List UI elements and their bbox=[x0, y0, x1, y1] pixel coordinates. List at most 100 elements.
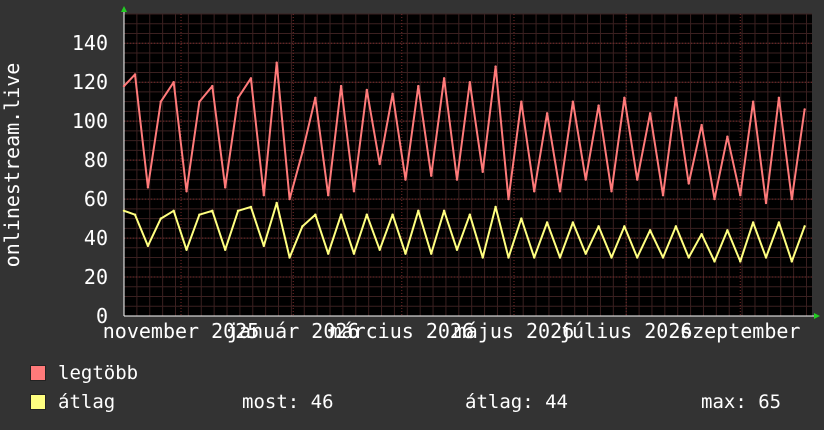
data-point bbox=[365, 88, 369, 92]
data-point bbox=[159, 100, 162, 103]
chart-grid bbox=[121, 6, 820, 319]
data-point bbox=[198, 213, 201, 216]
data-point bbox=[391, 213, 394, 216]
data-point bbox=[185, 190, 188, 193]
data-point bbox=[726, 229, 729, 232]
data-point bbox=[648, 229, 652, 232]
data-point bbox=[223, 248, 227, 251]
x-tick-label: március 2026 bbox=[330, 319, 475, 343]
data-point bbox=[301, 151, 304, 154]
data-point bbox=[494, 205, 497, 209]
data-point bbox=[751, 221, 755, 224]
stat-average: átlag: 44 bbox=[465, 391, 568, 413]
data-point bbox=[352, 190, 356, 193]
data-point bbox=[533, 256, 536, 259]
data-point bbox=[404, 252, 407, 255]
data-point bbox=[597, 225, 600, 228]
data-point bbox=[636, 256, 639, 259]
data-point bbox=[739, 194, 742, 197]
data-point bbox=[339, 84, 343, 88]
data-point bbox=[739, 260, 742, 263]
data-point bbox=[326, 252, 330, 255]
data-point bbox=[468, 213, 472, 216]
x-axis-arrow bbox=[814, 313, 820, 319]
stat-max: max: 65 bbox=[701, 391, 781, 413]
x-tick-label: szeptember bbox=[680, 319, 800, 343]
data-point bbox=[455, 178, 459, 181]
data-point bbox=[172, 80, 175, 84]
data-point bbox=[159, 217, 162, 220]
data-point bbox=[223, 186, 227, 189]
x-axis-ticks: november 2025január 2026március 2026máju… bbox=[103, 319, 801, 343]
y-tick-label: 60 bbox=[84, 187, 108, 211]
data-point bbox=[275, 201, 278, 205]
data-point bbox=[636, 178, 639, 181]
data-point bbox=[146, 186, 150, 189]
stat-now-label: most: bbox=[242, 391, 300, 413]
data-point bbox=[146, 244, 150, 248]
data-point bbox=[314, 96, 317, 99]
data-point bbox=[481, 256, 484, 259]
data-point bbox=[558, 190, 562, 193]
data-point bbox=[288, 197, 291, 201]
data-point bbox=[507, 256, 510, 259]
data-point bbox=[249, 77, 253, 80]
data-point bbox=[404, 178, 407, 181]
data-point bbox=[597, 104, 600, 107]
data-point bbox=[545, 221, 549, 224]
data-point bbox=[700, 232, 703, 236]
y-tick-label: 140 bbox=[72, 31, 108, 55]
data-point bbox=[262, 244, 266, 248]
x-tick-label: május 2026 bbox=[454, 319, 574, 343]
data-point bbox=[674, 225, 678, 228]
legend-swatch-avg bbox=[30, 394, 46, 410]
stat-max-value: 65 bbox=[758, 391, 782, 413]
data-point bbox=[236, 209, 240, 212]
data-point bbox=[648, 112, 652, 115]
chart-panel: 0 20 40 60 80 100 120 140 november 2025 január 2… bbox=[0, 0, 824, 430]
line-chart: 020406080100120140 november 2025január 2… bbox=[0, 6, 820, 343]
data-point bbox=[803, 108, 806, 111]
data-point bbox=[378, 162, 381, 166]
data-point bbox=[584, 178, 587, 181]
stat-average-value: 44 bbox=[545, 391, 568, 413]
data-point bbox=[571, 221, 575, 224]
data-point bbox=[584, 252, 587, 255]
data-point bbox=[777, 221, 781, 224]
data-point bbox=[442, 209, 446, 212]
data-point bbox=[494, 65, 497, 68]
data-point bbox=[262, 194, 266, 197]
data-point bbox=[764, 201, 768, 205]
stat-now-value: 46 bbox=[310, 391, 334, 413]
data-point bbox=[198, 100, 201, 103]
data-point bbox=[713, 197, 716, 201]
data-point bbox=[314, 213, 317, 216]
data-point bbox=[249, 205, 253, 209]
legend-swatch-max bbox=[30, 365, 46, 381]
data-point bbox=[558, 256, 562, 259]
data-point bbox=[430, 252, 433, 255]
data-point bbox=[417, 84, 420, 88]
data-point bbox=[275, 61, 278, 64]
data-point bbox=[623, 96, 626, 99]
data-point bbox=[417, 209, 420, 212]
legend-item-avg: átlag bbox=[30, 391, 115, 413]
y-axis-ticks: 020406080100120140 bbox=[72, 31, 108, 328]
legend-item-max: legtöbb bbox=[30, 362, 138, 384]
data-point bbox=[803, 225, 806, 228]
data-point bbox=[623, 225, 626, 228]
data-point bbox=[764, 256, 768, 259]
data-point bbox=[687, 256, 690, 259]
y-tick-label: 80 bbox=[84, 148, 108, 172]
data-point bbox=[430, 174, 433, 177]
data-point bbox=[700, 123, 703, 127]
x-tick-label: július 2026 bbox=[560, 319, 692, 343]
data-point bbox=[211, 84, 214, 88]
data-point bbox=[571, 100, 575, 103]
y-tick-label: 120 bbox=[72, 70, 108, 94]
data-point bbox=[520, 217, 523, 220]
data-point bbox=[133, 73, 137, 76]
data-point bbox=[610, 256, 613, 259]
y-tick-label: 40 bbox=[84, 226, 108, 250]
y-tick-label: 100 bbox=[72, 109, 108, 133]
